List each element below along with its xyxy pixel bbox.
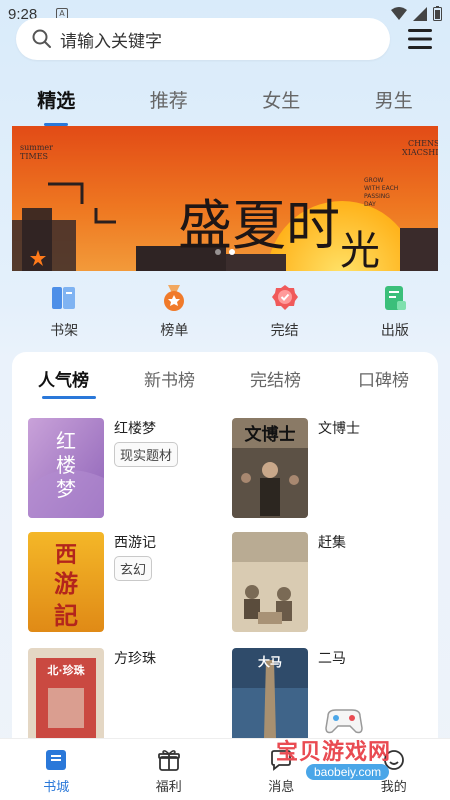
book-city-icon [46, 750, 67, 770]
book-tag: 现实题材 [114, 442, 179, 467]
ranking-medal-icon [164, 285, 185, 311]
book-item[interactable]: 北·珍珠 方珍珠 [28, 648, 228, 752]
book-item[interactable]: 西 游 記 西游记 玄幻 [28, 532, 228, 636]
svg-text:北·珍珠: 北·珍珠 [47, 663, 85, 677]
search-row: 请输入关键字 [16, 18, 440, 62]
tab-male[interactable]: 男生 [338, 82, 450, 126]
banner-mid-line-4: DAY [364, 201, 376, 208]
svg-text:楼: 楼 [56, 453, 76, 477]
book-item[interactable]: 赶集 [232, 532, 432, 636]
banner-headline-2: 光 [340, 228, 380, 271]
rank-tab-new[interactable]: 新书榜 [144, 366, 195, 391]
svg-text:红: 红 [56, 429, 76, 453]
svg-text:西: 西 [55, 542, 77, 568]
publish-book-icon [384, 286, 406, 310]
svg-text:文博士: 文博士 [245, 424, 296, 445]
quick-label-publish: 出版 [380, 323, 409, 339]
nav-label-book-city: 书城 [43, 780, 70, 795]
gift-icon [157, 750, 180, 771]
menu-icon[interactable] [408, 28, 432, 50]
quick-entries: 书架 榜单 完结 出版 [0, 282, 450, 346]
rank-tab-reputation[interactable]: 口碑榜 [358, 366, 409, 391]
quick-ranking[interactable]: 榜单 [119, 282, 229, 346]
search-icon [32, 29, 51, 48]
rank-tab-indicator [42, 396, 96, 399]
banner-mid-line-3: PASSING [364, 193, 390, 200]
book-cover: 文博士 [232, 418, 308, 518]
quick-label-bookshelf: 书架 [50, 323, 79, 339]
quick-label-ranking: 榜单 [160, 323, 189, 339]
book-cover: 西 游 記 [28, 532, 104, 632]
banner-dot-1 [215, 249, 221, 255]
banner-right-top-1: CHENS [408, 139, 438, 148]
quick-label-finished: 完结 [270, 323, 299, 339]
banner-right-top-2: XIACSHIGU [402, 148, 438, 157]
search-input[interactable]: 请输入关键字 [16, 18, 390, 60]
nav-book-city[interactable]: 书城 [0, 739, 113, 800]
book-item[interactable]: 文博士 文博士 [232, 418, 432, 522]
banner-carousel[interactable]: summer TIMES CHENS XIACSHIGU GROW WITH E… [12, 126, 438, 271]
banner-left-top-2: TIMES [20, 152, 48, 161]
quick-finished[interactable]: 完结 [230, 282, 340, 346]
svg-text:梦: 梦 [56, 477, 76, 501]
finished-badge-icon [271, 285, 298, 310]
book-cover: 红 楼 梦 [28, 418, 104, 518]
banner-left-top-1: summer [20, 143, 53, 152]
tab-featured[interactable]: 精选 [0, 82, 113, 126]
book-title: 二马 [318, 651, 346, 667]
nav-welfare[interactable]: 福利 [113, 739, 226, 800]
tab-female[interactable]: 女生 [225, 82, 338, 126]
bookshelf-icon [52, 287, 76, 309]
rank-tab-finished[interactable]: 完结榜 [250, 366, 301, 391]
watermark-logo: 宝贝游戏网 baobeiy.com [276, 706, 446, 790]
quick-bookshelf[interactable]: 书架 [9, 282, 119, 346]
banner-mid-line-1: GROW [364, 177, 384, 184]
svg-text:大马: 大马 [258, 654, 282, 669]
quick-publish[interactable]: 出版 [340, 282, 450, 346]
watermark-url: baobeiy.com [306, 764, 390, 780]
book-title: 西游记 [114, 535, 156, 551]
rank-tab-popular[interactable]: 人气榜 [38, 366, 89, 391]
book-cover: 北·珍珠 [28, 648, 104, 748]
svg-text:游: 游 [54, 569, 78, 598]
top-tabs: 精选 推荐 女生 男生 [0, 82, 450, 126]
watermark-text: 宝贝游戏网 [276, 740, 392, 765]
book-tag: 玄幻 [114, 556, 153, 581]
book-title: 方珍珠 [114, 651, 156, 667]
banner-headline-1: 盛夏时 [178, 194, 340, 257]
banner-dot-2 [229, 249, 235, 255]
ranking-card: 人气榜 新书榜 完结榜 口碑榜 红 楼 梦 红楼梦 现实题材 文博士 文博士 西… [12, 352, 438, 752]
book-cover [232, 532, 308, 632]
banner-mid-line-2: WITH EACH [364, 185, 398, 192]
book-item[interactable]: 红 楼 梦 红楼梦 现实题材 [28, 418, 228, 522]
search-placeholder: 请输入关键字 [60, 31, 162, 52]
book-title: 文博士 [318, 421, 360, 437]
svg-text:記: 記 [54, 601, 78, 630]
nav-label-welfare: 福利 [155, 780, 182, 795]
book-title: 红楼梦 [114, 421, 156, 437]
tab-recommend[interactable]: 推荐 [113, 82, 226, 126]
book-title: 赶集 [318, 535, 346, 551]
